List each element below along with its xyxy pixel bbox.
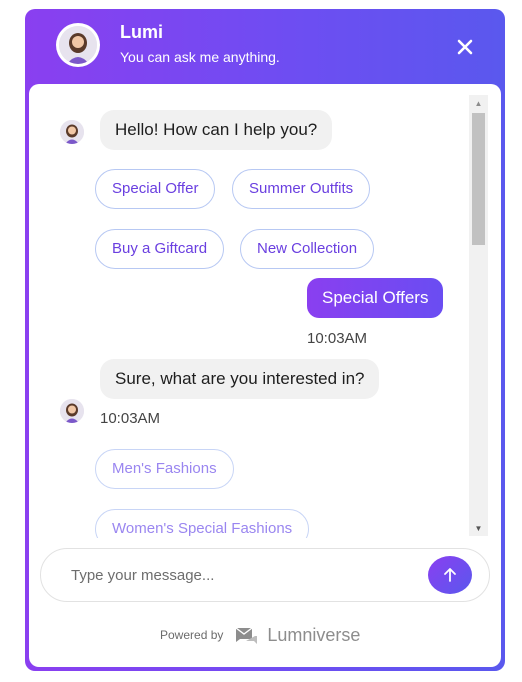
scroll-thumb[interactable]: [472, 113, 485, 245]
powered-by-label: Powered by: [160, 628, 224, 642]
bot-message: Sure, what are you interested in?: [100, 359, 380, 399]
quick-reply-new-collection[interactable]: New Collection: [240, 229, 375, 269]
arrow-up-icon: [444, 568, 456, 582]
bot-subtitle: You can ask me anything.: [120, 49, 280, 65]
bot-avatar: [56, 23, 100, 67]
bot-avatar-small: [60, 399, 84, 423]
scroll-down-arrow-icon[interactable]: ▼: [469, 520, 488, 536]
bot-message-time: 10:03AM: [100, 410, 161, 427]
brand-name[interactable]: Lumniverse: [267, 625, 360, 646]
message-scrollbar[interactable]: ▲ ▼: [469, 95, 488, 536]
bot-avatar-small: [60, 120, 84, 144]
close-icon: [457, 39, 473, 55]
close-button[interactable]: [453, 35, 477, 59]
bot-message: Hello! How can I help you?: [100, 110, 333, 150]
chat-body: Hello! How can I help you? Special Offer…: [29, 84, 501, 667]
message-composer: [40, 548, 490, 602]
chat-header: Lumi You can ask me anything.: [25, 9, 505, 84]
quick-reply-summer-outfits[interactable]: Summer Outfits: [232, 169, 371, 209]
message-list[interactable]: Hello! How can I help you? Special Offer…: [29, 84, 501, 538]
quick-reply-special-offer[interactable]: Special Offer: [95, 169, 216, 209]
user-message-time: 10:03AM: [307, 330, 368, 347]
quick-reply-mens-fashions[interactable]: Men's Fashions: [95, 449, 234, 489]
powered-by-footer: Powered by Lumniverse: [160, 620, 360, 650]
user-message: Special Offers: [307, 278, 444, 318]
bot-name: Lumi: [120, 22, 163, 42]
send-button[interactable]: [428, 556, 472, 594]
scroll-up-arrow-icon[interactable]: ▲: [469, 95, 488, 111]
chat-widget: Lumi You can ask me anything. Hello! How…: [25, 9, 505, 671]
quick-reply-buy-giftcard[interactable]: Buy a Giftcard: [95, 229, 225, 269]
message-input[interactable]: [71, 563, 421, 587]
chat-bubble-logo-icon: [235, 627, 258, 644]
quick-reply-womens-special-fashions[interactable]: Women's Special Fashions: [95, 509, 310, 538]
